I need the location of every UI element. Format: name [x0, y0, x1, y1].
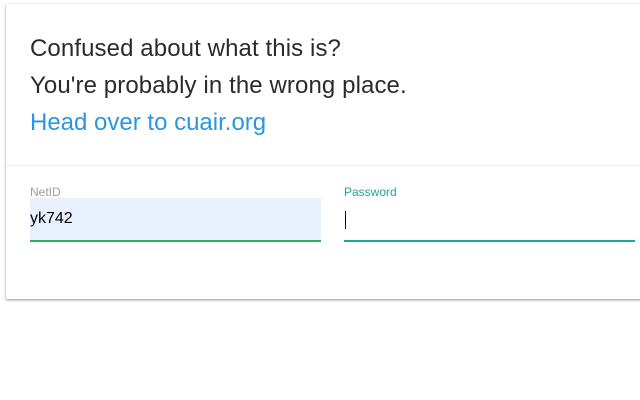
intro-line-confused: Confused about what this is? — [30, 35, 341, 62]
netid-field: NetID — [30, 184, 321, 244]
password-input[interactable] — [344, 198, 635, 242]
netid-input[interactable] — [30, 198, 321, 242]
divider — [6, 165, 640, 166]
login-card: Confused about what this is? You're prob… — [6, 4, 640, 299]
intro-line-wrong-place: You're probably in the wrong place. — [30, 72, 407, 99]
intro-message: Confused about what this is? You're prob… — [30, 30, 640, 166]
cuair-link[interactable]: Head over to cuair.org — [30, 104, 266, 141]
text-cursor — [345, 211, 346, 229]
password-field: Password — [344, 184, 635, 244]
